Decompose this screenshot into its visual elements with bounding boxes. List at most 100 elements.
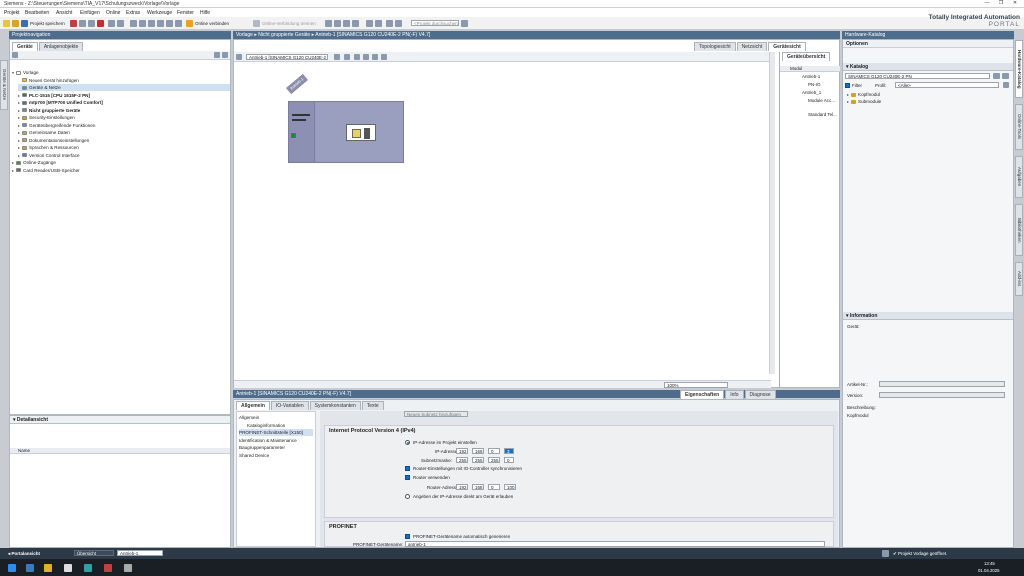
windows-start-icon[interactable]: [8, 564, 16, 572]
mask-octet-2[interactable]: 255: [472, 457, 484, 463]
show-labels-icon[interactable]: [344, 54, 350, 60]
menu-hilfe[interactable]: Hilfe: [200, 10, 210, 16]
tia-portal-icon[interactable]: [84, 564, 92, 572]
menu-ansicht[interactable]: Ansicht: [56, 10, 72, 16]
ip-octet-1[interactable]: 192: [456, 448, 468, 454]
project-search-input[interactable]: <Projekt durchsuchen>: [411, 20, 459, 26]
tree-item[interactable]: ▸ Nicht gruppierte Geräte: [18, 107, 230, 114]
cross-reference-icon[interactable]: [334, 20, 341, 27]
device-name-field[interactable]: antrieb-1: [405, 541, 825, 547]
overview-row[interactable]: PN-IO: [808, 82, 821, 87]
router-octet-1[interactable]: 192: [456, 484, 468, 490]
download-icon[interactable]: [139, 20, 146, 27]
tab-plant-objects[interactable]: Anlagenobjekte: [38, 42, 84, 51]
open-project-icon[interactable]: [12, 20, 19, 27]
ip-on-device-radio[interactable]: [405, 494, 410, 499]
tab-topology-view[interactable]: Topologiesicht: [694, 42, 736, 51]
catalog-item-submodules[interactable]: ▸ Submodule: [847, 98, 881, 105]
mask-octet-3[interactable]: 255: [488, 457, 500, 463]
add-subnet-button[interactable]: Neues Subnetz hinzufügen: [404, 411, 468, 417]
tree-item[interactable]: ▸ Dokumentationseinstellungen: [18, 137, 230, 144]
ip-octet-2[interactable]: 168: [472, 448, 484, 454]
maximize-editor-icon[interactable]: [395, 20, 402, 27]
options-header[interactable]: Optionen: [843, 40, 1013, 48]
redo-icon[interactable]: [117, 20, 124, 27]
split-icon[interactable]: [343, 20, 350, 27]
edge-icon[interactable]: [26, 564, 34, 572]
sidetab-tasks[interactable]: Aufgaben: [1015, 156, 1023, 198]
new-project-icon[interactable]: [3, 20, 10, 27]
nav-tile-icon[interactable]: [214, 52, 220, 58]
info-version-select[interactable]: [879, 392, 1005, 398]
nav-sync-icon[interactable]: [222, 52, 228, 58]
router-octet-2[interactable]: 168: [472, 484, 484, 490]
tab-devices[interactable]: Geräte: [12, 42, 38, 51]
overview-row[interactable]: Module Acc...: [808, 98, 835, 103]
ip-octet-3[interactable]: 0: [488, 448, 500, 454]
paste-icon[interactable]: [88, 20, 95, 27]
copy-icon[interactable]: [79, 20, 86, 27]
catalog-search-input[interactable]: SINAMICS G120 CU240E-2 PN: [845, 73, 990, 79]
cut-icon[interactable]: [70, 20, 77, 27]
tree-item[interactable]: ▸ PLC-1515 [CPU 1515F-2 PN]: [18, 92, 230, 99]
overview-row[interactable]: Standard Tel...: [808, 112, 837, 117]
maximize-button[interactable]: ❐: [994, 0, 1008, 8]
tab-info[interactable]: Info: [725, 390, 744, 399]
start-cpu-icon[interactable]: [166, 20, 173, 27]
window-split-vert-icon[interactable]: [375, 20, 382, 27]
tree-item[interactable]: ▾ Vorlage: [12, 69, 230, 76]
profile-select[interactable]: <Alle>: [895, 82, 999, 88]
mask-octet-4[interactable]: 0: [504, 457, 514, 463]
zoom-in-icon[interactable]: [372, 54, 378, 60]
nav-list-icon[interactable]: [12, 52, 18, 58]
tree-item[interactable]: ▸ Online-Zugänge: [12, 159, 230, 166]
close-button[interactable]: ✕: [1008, 0, 1022, 8]
tree-item[interactable]: ▸ Security-Einstellungen: [18, 114, 230, 121]
router-octet-3[interactable]: 0: [488, 484, 500, 490]
menu-werkzeuge[interactable]: Werkzeuge: [147, 10, 172, 16]
upload-icon[interactable]: [148, 20, 155, 27]
tree-item[interactable]: Geräte & Netze: [18, 84, 230, 91]
tree-item[interactable]: ▸ Sprachen & Ressourcen: [18, 144, 230, 151]
settings-icon[interactable]: [124, 564, 132, 572]
device-cu-module[interactable]: [289, 102, 315, 162]
info-section-header[interactable]: ▾ Information: [843, 312, 1013, 320]
save-icon[interactable]: [21, 20, 28, 27]
grid-icon[interactable]: [363, 54, 369, 60]
tab-device-overview[interactable]: Geräteübersicht: [782, 52, 831, 61]
search-up-icon[interactable]: [1002, 73, 1009, 79]
save-project-button[interactable]: Projekt speichern: [30, 21, 65, 26]
tab-system-constants[interactable]: Systemkonstanten: [309, 401, 361, 410]
go-online-icon[interactable]: [186, 20, 193, 27]
undo-icon[interactable]: [108, 20, 115, 27]
minimize-button[interactable]: —: [980, 0, 994, 8]
overview-row[interactable]: Antrieb_1: [802, 90, 821, 95]
overview-button[interactable]: Übersicht: [74, 550, 114, 556]
editor-vscrollbar[interactable]: [769, 52, 775, 374]
portal-view-button[interactable]: ◂ Portalansicht: [8, 551, 40, 557]
tab-io-tags[interactable]: IO-Variablen: [270, 401, 309, 410]
router-octet-4[interactable]: 100: [504, 484, 516, 490]
split-horizontal-icon[interactable]: [352, 20, 359, 27]
sidetab-libraries[interactable]: Bibliotheken: [1015, 204, 1023, 256]
use-router-checkbox[interactable]: [405, 475, 410, 480]
zoom-area-icon[interactable]: [354, 54, 360, 60]
search-icon[interactable]: [461, 20, 468, 27]
ip-octet-4[interactable]: 3: [504, 448, 514, 454]
stop-cpu-icon[interactable]: [175, 20, 182, 27]
tree-item[interactable]: ▸ Gemeinsame Daten: [18, 129, 230, 136]
active-editor-button[interactable]: Antrieb-1: [117, 550, 163, 556]
profile-settings-icon[interactable]: [1003, 82, 1009, 88]
device-select[interactable]: Antrieb-1 [SINAMICS G120 CU240E-2 PN]: [246, 54, 328, 60]
simulate-icon[interactable]: [157, 20, 164, 27]
compile-icon[interactable]: [130, 20, 137, 27]
sync-router-checkbox[interactable]: [405, 466, 410, 471]
align-icon[interactable]: [386, 20, 393, 27]
properties-nav-item[interactable]: Identification & Maintenance: [239, 437, 313, 444]
tab-network-view[interactable]: Netzsicht: [736, 42, 768, 51]
device-body[interactable]: [288, 101, 404, 163]
menu-bearbeiten[interactable]: Bearbeiten: [25, 10, 49, 16]
go-online-button[interactable]: Online verbinden: [195, 21, 229, 26]
status-icon[interactable]: [882, 550, 889, 557]
window-split-icon[interactable]: [366, 20, 373, 27]
